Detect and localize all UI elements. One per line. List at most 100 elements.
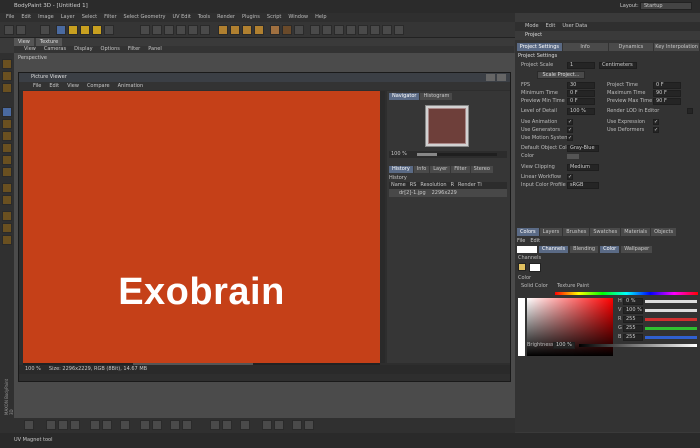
menu-script[interactable]: Script <box>267 13 282 22</box>
bottom-tool-13-icon[interactable] <box>222 420 232 430</box>
mode-color[interactable]: Color <box>600 246 620 253</box>
color-menu-file[interactable]: File <box>517 238 525 245</box>
project-scale-field[interactable]: 1 <box>567 62 595 69</box>
bottom-tool-7-icon[interactable] <box>120 420 130 430</box>
vmenu-options[interactable]: Options <box>101 46 120 53</box>
vmenu-filter[interactable]: Filter <box>128 46 140 53</box>
menu-uv-edit[interactable]: UV Edit <box>172 13 190 22</box>
tool-6-icon[interactable] <box>2 131 12 141</box>
menu-select-geometry[interactable]: Select Geometry <box>124 13 166 22</box>
tab-info[interactable]: Info <box>562 43 608 51</box>
pv-menu-file[interactable]: File <box>33 82 41 90</box>
tab-project-settings[interactable]: Project Settings <box>517 43 562 51</box>
tab-stereo[interactable]: Stereo <box>470 166 493 173</box>
bottom-tool-4-icon[interactable] <box>70 420 80 430</box>
tab-layer[interactable]: Layer <box>430 166 451 173</box>
tool-d-icon[interactable] <box>346 25 356 35</box>
color-swatch[interactable] <box>567 154 579 159</box>
col-resolution[interactable]: Resolution <box>420 182 446 189</box>
history-row[interactable]: dr[2]-1.jpg 2296x229 <box>389 189 507 197</box>
bottom-tool-12-icon[interactable] <box>210 420 220 430</box>
use-animation-checkbox[interactable]: ✓ <box>567 119 573 125</box>
col-r[interactable]: R <box>451 182 454 189</box>
undo-icon[interactable] <box>4 25 14 35</box>
bottom-tool-10-icon[interactable] <box>170 420 180 430</box>
menu-filter[interactable]: Filter <box>104 13 116 22</box>
menu-render[interactable]: Render <box>217 13 235 22</box>
tab-histogram[interactable]: Histogram <box>420 93 453 100</box>
render-lod-checkbox[interactable] <box>687 108 693 114</box>
bottom-tool-3-icon[interactable] <box>58 420 68 430</box>
navigator-thumbnail[interactable] <box>425 105 469 147</box>
pv-menu-compare[interactable]: Compare <box>87 82 110 90</box>
tool-3-icon[interactable] <box>2 83 12 93</box>
uv-poly-icon[interactable] <box>164 25 174 35</box>
menu-tools[interactable]: Tools <box>198 13 210 22</box>
render-view-icon[interactable] <box>218 25 228 35</box>
pv-menu-animation[interactable]: Animation <box>118 82 144 90</box>
use-deformers-checkbox[interactable]: ✓ <box>653 127 659 133</box>
pv-close-icon[interactable] <box>497 74 506 81</box>
input-profile-select[interactable]: sRGB <box>567 182 599 189</box>
slider-h-field[interactable]: 0 % <box>623 298 643 305</box>
bottom-tool-11-icon[interactable] <box>182 420 192 430</box>
uv-map-icon[interactable] <box>200 25 210 35</box>
tab-objects[interactable]: Objects <box>651 228 677 236</box>
tool-h-icon[interactable] <box>394 25 404 35</box>
view-clipping-select[interactable]: Medium <box>567 164 599 171</box>
image-canvas[interactable]: Exobrain <box>23 91 380 363</box>
bottom-tool-5-icon[interactable] <box>90 420 100 430</box>
menu-select[interactable]: Select <box>82 13 97 22</box>
mode-wallpaper[interactable]: Wallpaper <box>621 246 653 253</box>
bg-color-icon[interactable] <box>529 263 541 272</box>
render-region-icon[interactable] <box>230 25 240 35</box>
pv-minimize-icon[interactable] <box>486 74 495 81</box>
layout-select[interactable]: Startup <box>640 2 692 10</box>
brightness-slider[interactable] <box>579 344 697 347</box>
render-pv-icon[interactable] <box>254 25 264 35</box>
menu-image[interactable]: Image <box>38 13 54 22</box>
paint-tool-icon[interactable] <box>92 25 102 35</box>
bottom-tool-17-icon[interactable] <box>292 420 302 430</box>
linear-workflow-checkbox[interactable]: ✓ <box>567 174 573 180</box>
scale-tool-icon[interactable] <box>68 25 78 35</box>
slider-v[interactable] <box>645 309 697 312</box>
vmenu-display[interactable]: Display <box>74 46 92 53</box>
tab-layers[interactable]: Layers <box>539 228 563 236</box>
slider-h[interactable] <box>645 300 697 303</box>
tool-8-icon[interactable] <box>2 155 12 165</box>
slider-r[interactable] <box>645 318 697 321</box>
tool-9-icon[interactable] <box>2 167 12 177</box>
pv-status-zoom[interactable]: 100 % <box>25 365 41 374</box>
max-time-field[interactable]: 90 F <box>653 90 681 97</box>
slider-b-field[interactable]: 255 <box>623 334 643 341</box>
tool-a-icon[interactable] <box>310 25 320 35</box>
menu-help[interactable]: Help <box>315 13 326 22</box>
bottom-tool-2-icon[interactable] <box>46 420 56 430</box>
pv-title-bar[interactable]: Picture Viewer <box>19 73 510 82</box>
use-expression-checkbox[interactable]: ✓ <box>653 119 659 125</box>
mode-channels[interactable]: Channels <box>539 246 569 253</box>
scale-project-button[interactable]: Scale Project... <box>537 71 585 79</box>
uv-mode-icon[interactable] <box>176 25 186 35</box>
attr-menu-user-data[interactable]: User Data <box>562 22 587 31</box>
tool-7-icon[interactable] <box>2 143 12 153</box>
slider-g-field[interactable]: 255 <box>623 325 643 332</box>
use-motion-checkbox[interactable]: ✓ <box>567 135 573 141</box>
bottom-tool-6-icon[interactable] <box>102 420 112 430</box>
lod-field[interactable]: 100 % <box>567 108 595 115</box>
col-render-time[interactable]: Render Ti <box>458 182 482 189</box>
uv-point-icon[interactable] <box>140 25 150 35</box>
vmenu-panel[interactable]: Panel <box>148 46 162 53</box>
tool-13-icon[interactable] <box>2 223 12 233</box>
col-name[interactable]: Name <box>391 182 406 189</box>
render-settings-icon[interactable] <box>242 25 252 35</box>
bottom-tool-8-icon[interactable] <box>140 420 150 430</box>
brush-icon[interactable] <box>2 107 12 117</box>
tool-2-icon[interactable] <box>2 71 12 81</box>
preview-min-field[interactable]: 0 F <box>567 98 595 105</box>
tool-b-icon[interactable] <box>322 25 332 35</box>
tab-materials[interactable]: Materials <box>621 228 651 236</box>
rotate-tool-icon[interactable] <box>80 25 90 35</box>
col-rs[interactable]: RS <box>410 182 417 189</box>
